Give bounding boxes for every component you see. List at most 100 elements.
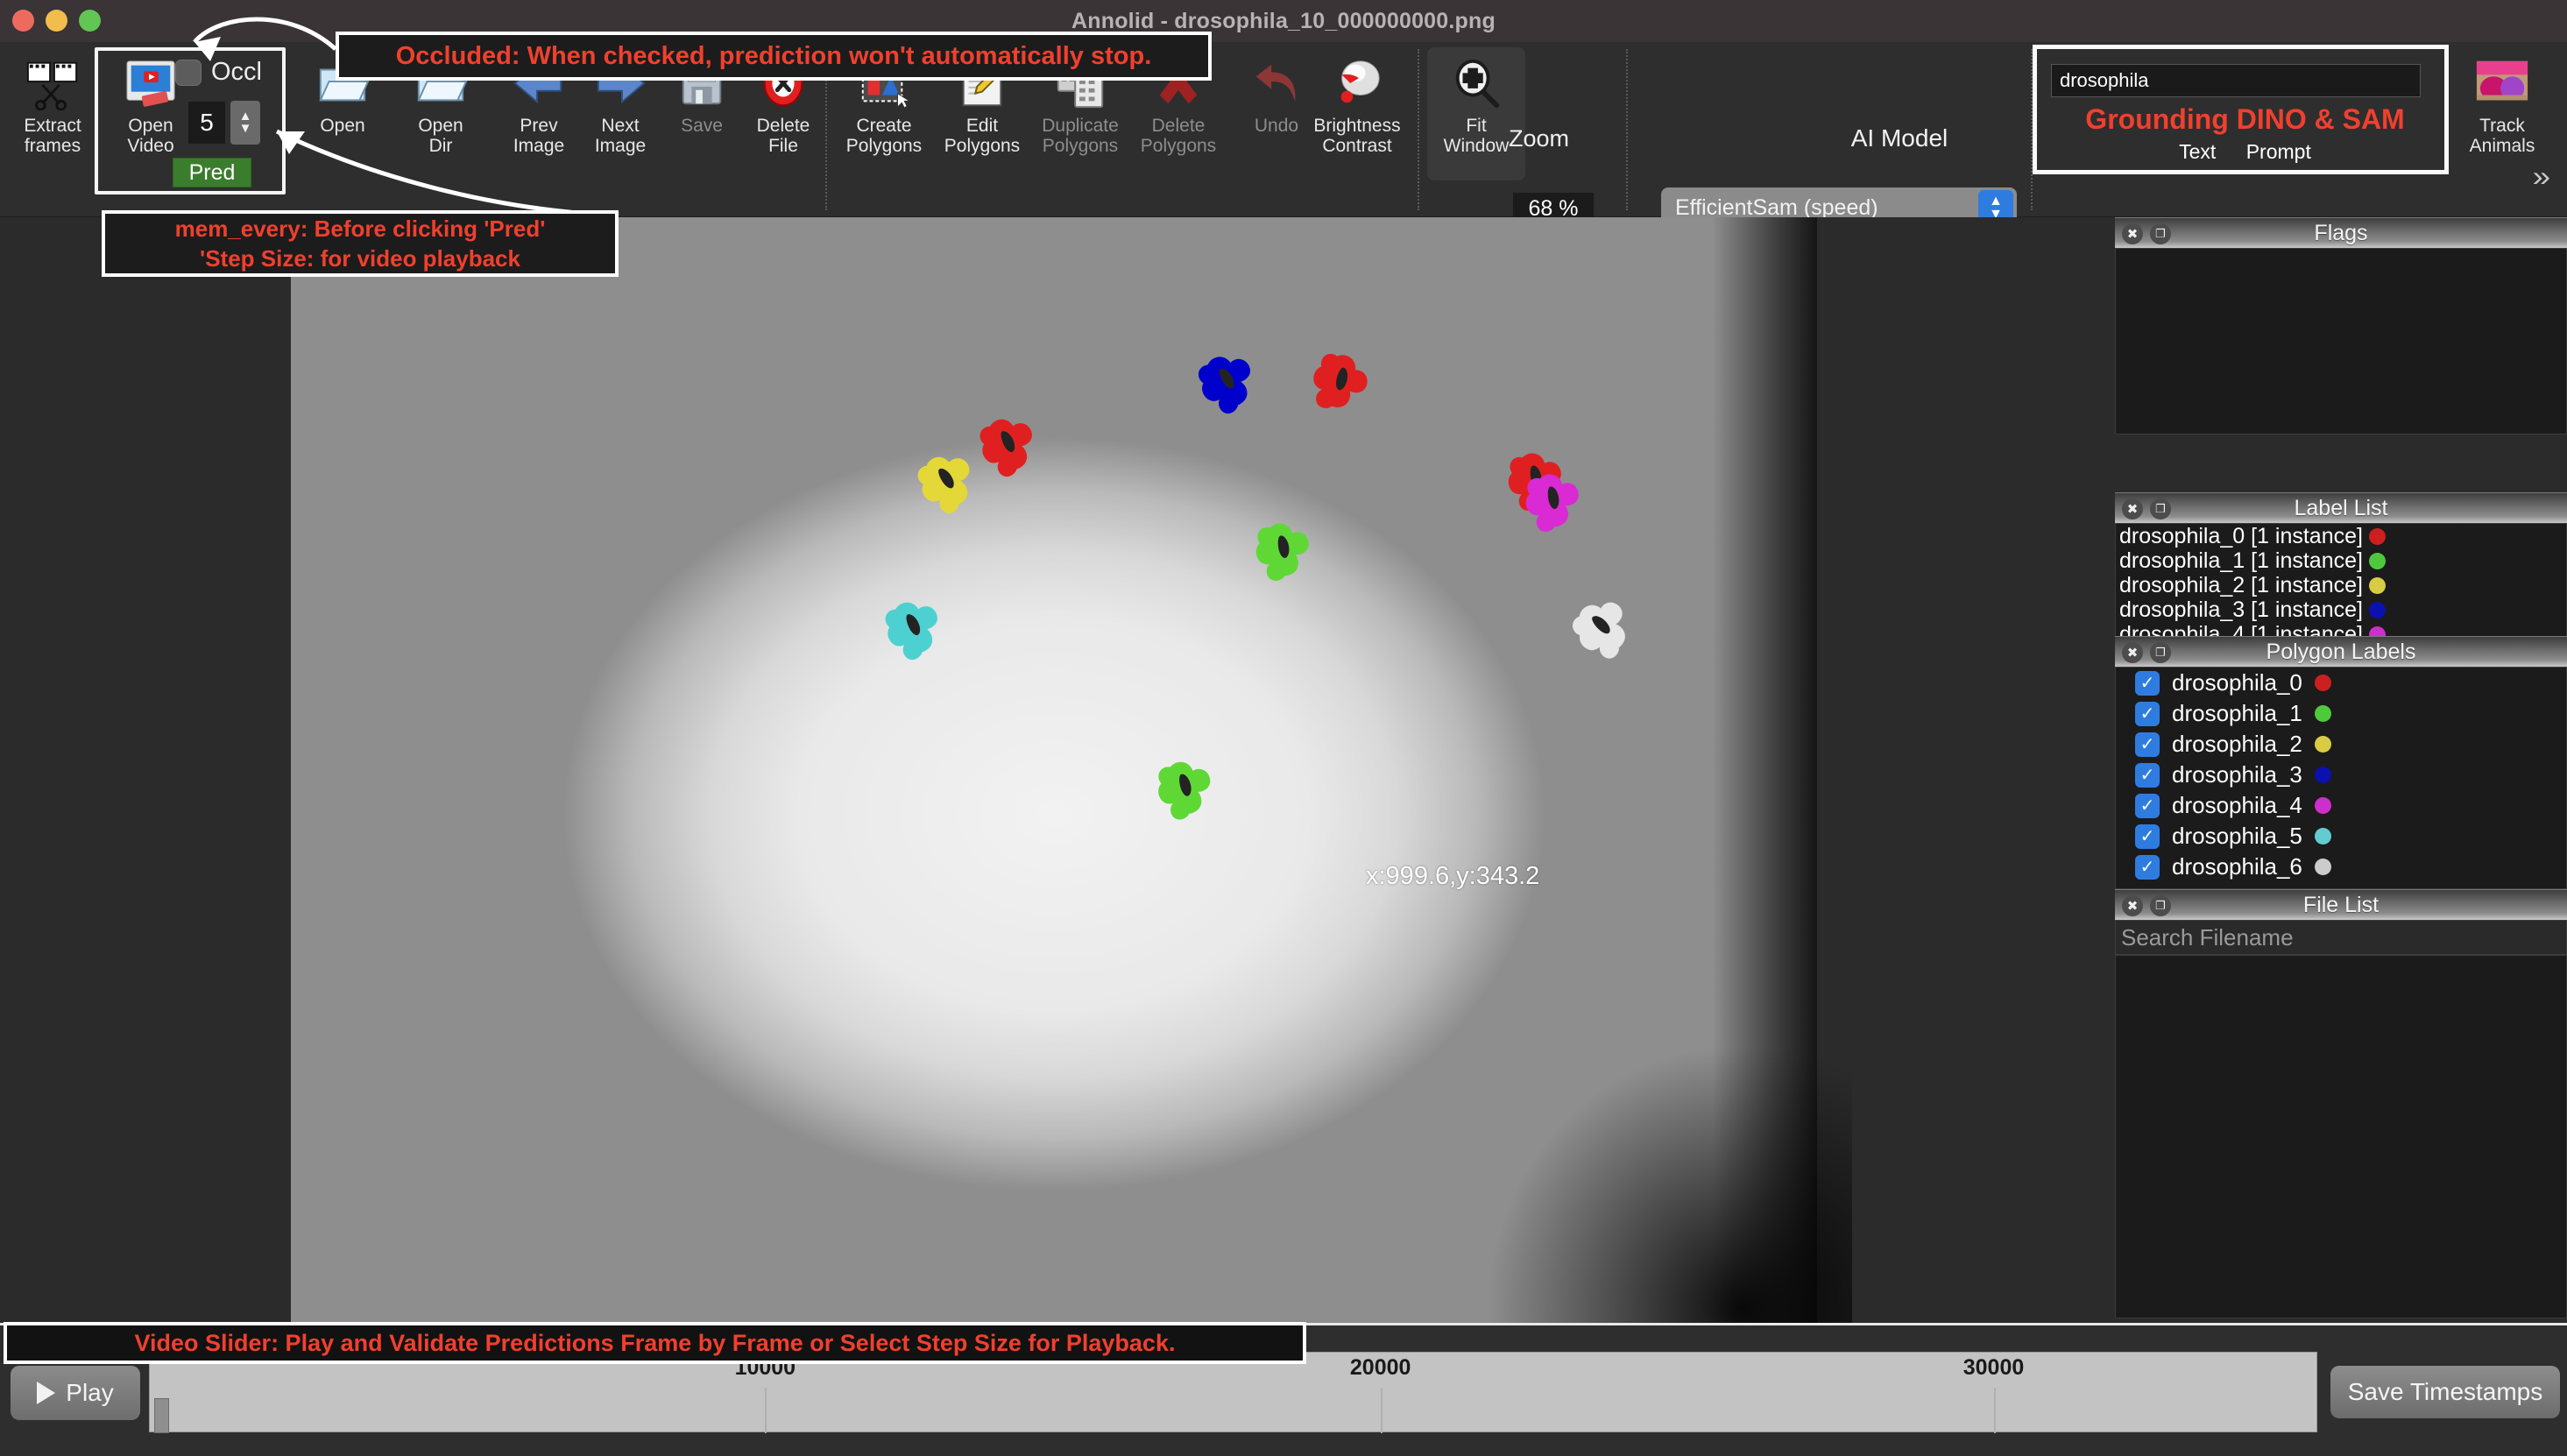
label-list-item[interactable]: drosophila_0 [1 instance] [2116, 524, 2566, 548]
close-icon[interactable]: ✖ [2122, 642, 2143, 663]
float-window-icon[interactable]: ❐ [2150, 895, 2171, 916]
label-list-item[interactable]: drosophila_2 [1 instance] [2116, 573, 2566, 597]
pred-button[interactable]: Pred [173, 158, 251, 187]
close-icon[interactable]: ✖ [2122, 498, 2143, 519]
close-window-button[interactable] [12, 10, 34, 32]
polygon-label-item[interactable]: ✓drosophila_6 [2116, 852, 2566, 882]
polygon-color-dot [2315, 675, 2331, 691]
spinner-arrows-icon[interactable]: ▲▼ [230, 101, 260, 145]
right-dock: ✖ ❐ Flags ✖ ❐ Label List drosophila_0 [1… [2115, 217, 2567, 1323]
label-list-item[interactable]: drosophila_3 [1 instance] [2116, 597, 2566, 622]
toolbar-label: PrevImage [513, 116, 564, 156]
toolbar-label: Undo [1255, 116, 1298, 136]
polygon-labels-list[interactable]: ✓drosophila_0✓drosophila_1✓drosophila_2✓… [2115, 667, 2567, 889]
occluded-checkbox-row[interactable]: Occl [175, 58, 262, 87]
polygon-color-dot [2315, 828, 2331, 845]
polygon-label-item[interactable]: ✓drosophila_3 [2116, 760, 2566, 790]
maximize-window-button[interactable] [79, 10, 101, 32]
float-window-icon[interactable]: ❐ [2150, 642, 2171, 663]
callout-mem-every: mem_every: Before clicking 'Pred' 'Step … [102, 210, 619, 277]
brightness-contrast-button[interactable]: BrightnessContrast [1308, 47, 1406, 180]
label-list-item-name: drosophila_2 [1 instance] [2119, 573, 2363, 598]
mem-every-spinbox[interactable]: 5 ▲▼ [188, 101, 260, 145]
fit-window-button[interactable]: FitWindow [1427, 47, 1525, 180]
label-list[interactable]: drosophila_0 [1 instance]drosophila_1 [1… [2115, 523, 2567, 653]
toolbar-label: DeleteFile [757, 116, 810, 156]
grounding-dino-title: Grounding DINO & SAM [2037, 103, 2453, 136]
polygon-label-checkbox[interactable]: ✓ [2135, 671, 2160, 696]
label-color-dot [2369, 528, 2386, 545]
text-prompt-input[interactable]: drosophila [2051, 64, 2421, 97]
occluded-checkbox[interactable] [175, 60, 202, 86]
toolbar-label: NextImage [595, 116, 646, 156]
polygon-label-checkbox[interactable]: ✓ [2135, 732, 2160, 757]
polygon-label-name: drosophila_1 [2172, 700, 2302, 727]
polygon-labels-title-text: Polygon Labels [2115, 640, 2567, 665]
prompt-label: Prompt [2246, 140, 2311, 163]
polygon-annotation[interactable] [871, 584, 955, 668]
image-canvas[interactable]: x:999.6,y:343.2 [0, 217, 2115, 1323]
polygon-label-checkbox[interactable]: ✓ [2135, 763, 2160, 788]
toolbar-label: Save [681, 116, 723, 136]
label-color-dot [2369, 553, 2386, 569]
save-timestamps-button[interactable]: Save Timestamps [2330, 1366, 2560, 1418]
callout-mem-line1: mem_every: Before clicking 'Pred' [175, 214, 546, 244]
frame-slider-handle[interactable] [154, 1398, 169, 1433]
file-list-panel: ✖ ❐ File List Search Filename [2115, 889, 2567, 1318]
grounding-dino-panel: drosophila Grounding DINO & SAM Text Pro… [2033, 45, 2449, 174]
label-list-item[interactable]: drosophila_1 [1 instance] [2116, 548, 2566, 573]
file-list[interactable] [2115, 955, 2567, 1318]
extract-frames-button[interactable]: Extractframes [4, 47, 102, 180]
close-icon[interactable]: ✖ [2122, 223, 2143, 244]
flags-title-text: Flags [2115, 221, 2567, 246]
toolbar-label: FitWindow [1444, 116, 1510, 156]
polygon-annotation[interactable] [1142, 745, 1227, 829]
polygon-labels-panel-title: ✖ ❐ Polygon Labels [2115, 636, 2567, 667]
polygon-label-checkbox[interactable]: ✓ [2135, 702, 2160, 726]
polygon-label-checkbox[interactable]: ✓ [2135, 855, 2160, 880]
toolbar-expand-chevrons-icon[interactable]: » [2533, 160, 2550, 193]
search-filename-input[interactable]: Search Filename [2115, 920, 2567, 955]
polygon-label-item[interactable]: ✓ drosophila_0 [2116, 668, 2566, 698]
polygon-label-item[interactable]: ✓ drosophila_1 [2116, 698, 2566, 729]
label-list-item-name: drosophila_0 [1 instance] [2119, 524, 2363, 549]
toolbar-label: BrightnessContrast [1313, 116, 1400, 156]
polygon-label-name: drosophila_5 [2172, 823, 2302, 850]
callout-mem-line2: 'Step Size: for video playback [200, 244, 520, 273]
polygon-label-item[interactable]: ✓ drosophila_4 [2116, 790, 2566, 821]
toolbar-label: Extractframes [24, 116, 81, 156]
toolbar-label: CreatePolygons [846, 116, 922, 156]
polygon-label-name: drosophila_0 [2172, 669, 2302, 696]
float-window-icon[interactable]: ❐ [2150, 223, 2171, 244]
toolbar-label: Open [320, 116, 364, 136]
slider-tick [1994, 1388, 1996, 1433]
zoom-label: Zoom [1509, 125, 1569, 152]
occluded-label: Occl [211, 58, 262, 87]
polygon-annotation[interactable] [1185, 339, 1269, 422]
grounding-dino-subtitle: Text Prompt [2037, 140, 2453, 164]
close-icon[interactable]: ✖ [2122, 895, 2143, 916]
polygon-annotation[interactable] [1305, 345, 1376, 416]
play-button[interactable]: Play [11, 1366, 140, 1420]
polygon-label-checkbox[interactable]: ✓ [2135, 824, 2160, 849]
cursor-coordinate-readout: x:999.6,y:343.2 [1366, 862, 1539, 891]
file-list-panel-title: ✖ ❐ File List [2115, 889, 2567, 920]
polygon-color-dot [2315, 859, 2331, 875]
polygon-annotation[interactable] [1563, 588, 1639, 664]
polygon-label-checkbox[interactable]: ✓ [2135, 794, 2160, 818]
polygon-annotation[interactable] [1241, 507, 1325, 590]
ai-model-label: AI Model [1784, 124, 2015, 152]
polygon-labels-panel: ✖ ❐ Polygon Labels ✓drosophila_0✓drosoph… [2115, 636, 2567, 889]
polygon-label-name: drosophila_4 [2172, 792, 2302, 819]
slider-tick [1381, 1388, 1383, 1433]
polygon-label-item[interactable]: ✓drosophila_2 [2116, 729, 2566, 760]
float-window-icon[interactable]: ❐ [2150, 498, 2171, 519]
label-list-item-name: drosophila_3 [1 instance] [2119, 597, 2363, 623]
label-list-panel: ✖ ❐ Label List drosophila_0 [1 instance]… [2115, 492, 2567, 653]
minimize-window-button[interactable] [46, 10, 67, 32]
label-list-title-text: Label List [2115, 496, 2567, 521]
polygon-label-item[interactable]: ✓ drosophila_5 [2116, 821, 2566, 852]
flags-list[interactable] [2115, 248, 2567, 435]
mem-every-value[interactable]: 5 [188, 102, 225, 144]
polygon-color-dot [2315, 736, 2331, 753]
